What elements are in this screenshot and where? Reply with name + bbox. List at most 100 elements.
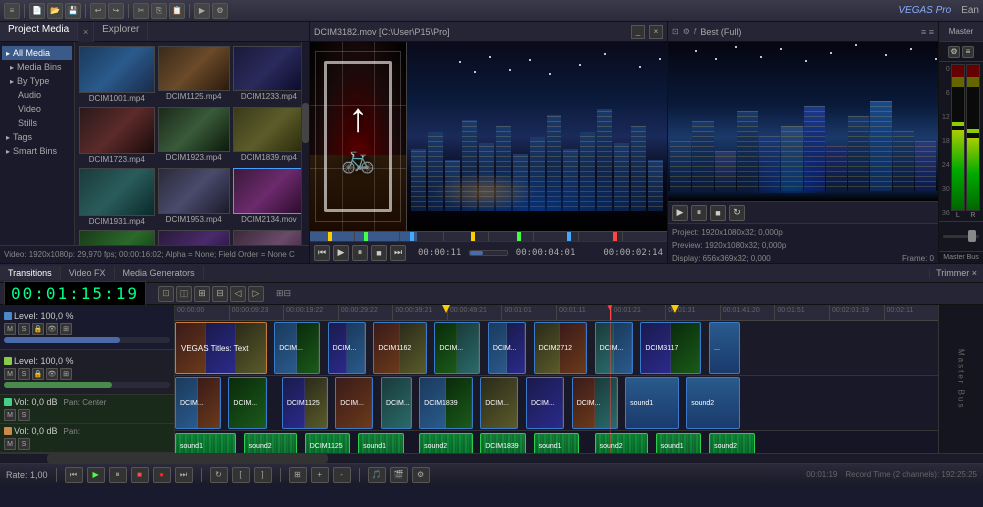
audio-clip-7[interactable]: sound1 — [534, 433, 580, 453]
settings-btn[interactable]: ⚙ — [212, 3, 228, 19]
clip-v2-8[interactable]: DCIM... — [526, 377, 564, 429]
clip-v1-2[interactable]: DCIM... — [274, 322, 320, 374]
timeline-btn-5[interactable]: ◁ — [230, 286, 246, 302]
open-btn[interactable]: 📂 — [47, 3, 63, 19]
clip-v1-8[interactable]: DCIM... — [595, 322, 633, 374]
transport-stop[interactable]: ■ — [131, 467, 149, 483]
monitor-loop[interactable]: ↻ — [729, 205, 745, 221]
media-item-3[interactable]: DCIM1723.mp4 — [79, 107, 155, 165]
monitor-pause[interactable]: ⏸ — [691, 205, 707, 221]
preview-pause-btn[interactable]: ⏸ — [352, 245, 368, 261]
track-mute-btn[interactable]: M — [4, 323, 16, 335]
track-solo-btn[interactable]: S — [18, 323, 30, 335]
paste-btn[interactable]: 📋 — [169, 3, 185, 19]
track2-mute-btn[interactable]: M — [4, 368, 16, 380]
audio-clip-2[interactable]: sound2 — [244, 433, 297, 453]
media-item-4[interactable]: DCIM1923.mp4 — [158, 107, 230, 165]
preview-minimize[interactable]: _ — [631, 25, 645, 39]
clip-v2-7[interactable]: DCIM... — [480, 377, 518, 429]
tree-tags[interactable]: ▸Tags — [2, 130, 72, 144]
media-item-9[interactable]: DCIM2173.mp4 — [79, 230, 155, 245]
tree-smart-bins[interactable]: ▸Smart Bins — [2, 144, 72, 158]
transport-loop[interactable]: ↻ — [210, 467, 228, 483]
track-volume-slider[interactable] — [4, 337, 170, 343]
track2-expand-btn[interactable]: ⊞ — [60, 368, 72, 380]
timeline-btn-3[interactable]: ⊞ — [194, 286, 210, 302]
playhead[interactable] — [610, 305, 611, 320]
project-media-close[interactable]: × — [78, 22, 94, 42]
preview-close[interactable]: × — [649, 25, 663, 39]
new-btn[interactable]: 📄 — [29, 3, 45, 19]
transport-record[interactable]: ● — [153, 467, 171, 483]
clip-v1-4[interactable]: DCIM1162 — [373, 322, 426, 374]
zoom-in-btn[interactable]: + — [311, 467, 329, 483]
render-btn[interactable]: ▶ — [194, 3, 210, 19]
media-item-7[interactable]: DCIM1953.mp4 — [158, 168, 230, 226]
track2-visibility-btn[interactable]: 👁 — [46, 368, 58, 380]
clip-v1-3[interactable]: DCIM... — [328, 322, 366, 374]
clip-v2-10[interactable]: sound1 — [625, 377, 678, 429]
transport-goto-end[interactable]: ⏭ — [175, 467, 193, 483]
track2-solo-btn[interactable]: S — [18, 368, 30, 380]
preview-play-btn[interactable]: ▶ — [333, 245, 349, 261]
clip-title-text[interactable]: VEGAS Titles: Text — [175, 322, 267, 374]
preview-goto-start[interactable]: ⏮ — [314, 245, 330, 261]
media-item-1[interactable]: DCIM1125.mp4 — [158, 46, 230, 104]
preview-stop-btn[interactable]: ■ — [371, 245, 387, 261]
transitions-tab[interactable]: Transitions — [0, 266, 61, 280]
transport-mark-in[interactable]: [ — [232, 467, 250, 483]
zoom-out-btn[interactable]: - — [333, 467, 351, 483]
trimmer-tab[interactable]: Trimmer × — [929, 268, 983, 278]
track-lock-btn[interactable]: 🔒 — [32, 323, 44, 335]
audio-clip-3[interactable]: DCIM1125 — [305, 433, 351, 453]
audio-clip-1[interactable]: sound1 — [175, 433, 236, 453]
tree-audio[interactable]: Audio — [2, 88, 72, 102]
tree-media-bins[interactable]: ▸Media Bins — [2, 60, 72, 74]
monitor-play[interactable]: ▶ — [672, 205, 688, 221]
clip-v1-7[interactable]: DCIM2712 — [534, 322, 587, 374]
audio-clip-8[interactable]: sound2 — [595, 433, 648, 453]
audio-clip-9[interactable]: sound1 — [656, 433, 702, 453]
tree-by-type[interactable]: ▸By Type — [2, 74, 72, 88]
clip-v2-3[interactable]: DCIM1125 — [282, 377, 328, 429]
save-btn[interactable]: 💾 — [65, 3, 81, 19]
media-item-5[interactable]: DCIM1839.mp4 — [233, 107, 305, 165]
clip-v1-6[interactable]: DCIM... — [488, 322, 526, 374]
media-item-2[interactable]: DCIM1233.mp4 — [233, 46, 305, 104]
audio-track-1-area[interactable]: sound1 sound2 DCIM1125 sound1 — [175, 431, 938, 453]
media-item-0[interactable]: DCIM1001.mp4 — [79, 46, 155, 104]
timeline-btn-6[interactable]: ▷ — [248, 286, 264, 302]
media-item-8[interactable]: DCIM2134.mov — [233, 168, 305, 226]
redo-btn[interactable]: ↪ — [108, 3, 124, 19]
transport-pause[interactable]: ⏸ — [109, 467, 127, 483]
audio-track-mute[interactable]: M — [4, 409, 16, 421]
track-expand-btn[interactable]: ⊞ — [60, 323, 72, 335]
preview-progress-bar[interactable] — [469, 250, 507, 256]
snap-btn[interactable]: ⊞ — [289, 467, 307, 483]
transport-mark-out[interactable]: ] — [254, 467, 272, 483]
video-track-2-area[interactable]: DCIM... DCIM... DCIM1125 DCIM... — [175, 376, 938, 431]
monitor-stop[interactable]: ■ — [710, 205, 726, 221]
audio-track2-mute[interactable]: M — [4, 438, 16, 450]
menu-btn[interactable]: ≡ — [4, 3, 20, 19]
audio-clip-10[interactable]: sound2 — [709, 433, 755, 453]
timeline-tracks-area[interactable]: 00:00:00 00:00:09:23 00:00:19:22 00:00:2… — [175, 305, 938, 453]
media-item-10[interactable]: DCIM5719.mp4 — [158, 230, 230, 245]
audio-settings-btn[interactable]: ⚙ — [948, 46, 960, 58]
timeline-btn-1[interactable]: ⊡ — [158, 286, 174, 302]
audio-clip-5[interactable]: sound2 — [419, 433, 472, 453]
clip-v2-11[interactable]: sound2 — [686, 377, 739, 429]
bottom-btn-misc1[interactable]: 🎵 — [368, 467, 386, 483]
project-media-tab[interactable]: Project Media — [0, 22, 78, 41]
audio-track-solo[interactable]: S — [18, 409, 30, 421]
audio-track2-solo[interactable]: S — [18, 438, 30, 450]
tree-all-media[interactable]: ▸All Media — [2, 46, 72, 60]
fader-slider[interactable] — [943, 235, 979, 238]
track2-lock-btn[interactable]: 🔒 — [32, 368, 44, 380]
audio-options-btn[interactable]: ≡ — [962, 46, 974, 58]
video-fx-tab[interactable]: Video FX — [61, 266, 115, 280]
preview-timebar[interactable] — [310, 231, 667, 241]
cut-btn[interactable]: ✂ — [133, 3, 149, 19]
clip-v2-2[interactable]: DCIM... — [228, 377, 266, 429]
clip-v1-9[interactable]: DCIM3117 — [640, 322, 701, 374]
